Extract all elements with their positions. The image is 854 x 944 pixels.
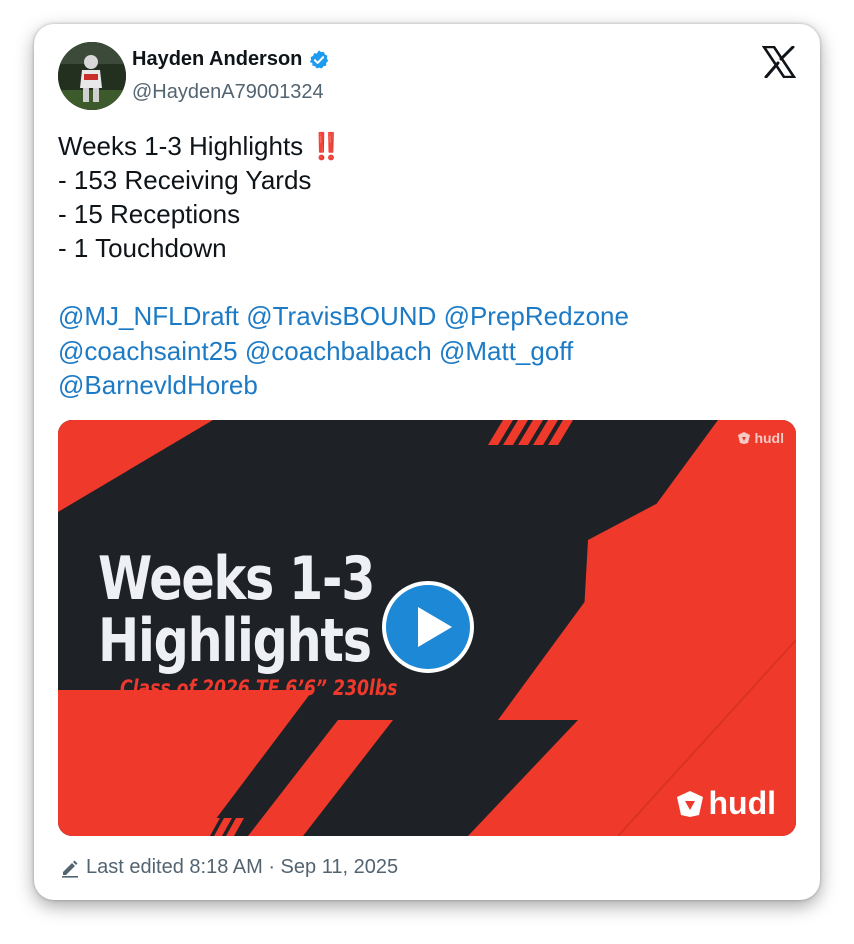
hudl-brand-small: hudl xyxy=(754,430,784,446)
x-logo-icon[interactable] xyxy=(762,46,796,78)
hudl-logo-large: hudl xyxy=(675,785,776,822)
play-button[interactable] xyxy=(382,581,474,673)
hudl-brand-large: hudl xyxy=(708,785,776,821)
author-name[interactable]: Hayden Anderson xyxy=(132,48,302,71)
video-title-line: Weeks 1-3 xyxy=(98,544,375,614)
author-name-row[interactable]: Hayden Anderson xyxy=(132,48,330,71)
avatar-photo xyxy=(58,42,126,110)
video-title: Weeks 1-3 Highlights xyxy=(98,544,375,676)
tweet-text: Weeks 1-3 Highlights ‼️ - 153 Receiving … xyxy=(58,129,798,265)
tweet-card: Hayden Anderson @HaydenA79001324 Weeks 1… xyxy=(34,24,820,900)
hudl-logo-icon xyxy=(738,432,751,444)
video-subtitle: Class of 2026 TE 6’6” 230lbs xyxy=(120,676,398,700)
hudl-logo-small: hudl xyxy=(737,430,784,446)
tweet-line: - 1 Touchdown xyxy=(58,233,227,263)
mention-link[interactable]: @MJ_NFLDraft xyxy=(58,301,239,331)
author-handle[interactable]: @HaydenA79001324 xyxy=(132,81,324,104)
edited-footer: Last edited 8:18 AM · Sep 11, 2025 xyxy=(60,856,398,879)
video-title-line: Highlights xyxy=(98,606,372,676)
avatar[interactable] xyxy=(58,42,126,110)
mention-link[interactable]: @TravisBOUND xyxy=(246,301,436,331)
verified-badge-icon xyxy=(310,49,329,69)
hudl-logo-icon xyxy=(677,790,704,817)
mention-link[interactable]: @coachsaint25 xyxy=(58,336,238,366)
mention-link[interactable]: @Matt_goff xyxy=(439,336,573,366)
double-exclamation-emoji: ‼️ xyxy=(310,131,342,161)
tweet-line: - 153 Receiving Yards xyxy=(58,165,312,195)
video-media[interactable]: hudl Weeks 1-3 Highlights Class of 2026 … xyxy=(58,420,796,836)
mention-link[interactable]: @PrepRedzone xyxy=(444,301,629,331)
tweet-mentions: @MJ_NFLDraft @TravisBOUND @PrepRedzone @… xyxy=(58,299,798,403)
edit-pencil-icon xyxy=(62,860,78,878)
tweet-line: - 15 Receptions xyxy=(58,199,241,229)
tweet-line-title: Weeks 1-3 Highlights ‼️ xyxy=(58,131,343,161)
mention-link[interactable]: @BarnevldHoreb xyxy=(58,370,258,400)
edited-timestamp[interactable]: Last edited 8:18 AM · Sep 11, 2025 xyxy=(86,856,398,879)
mention-link[interactable]: @coachbalbach xyxy=(245,336,432,366)
